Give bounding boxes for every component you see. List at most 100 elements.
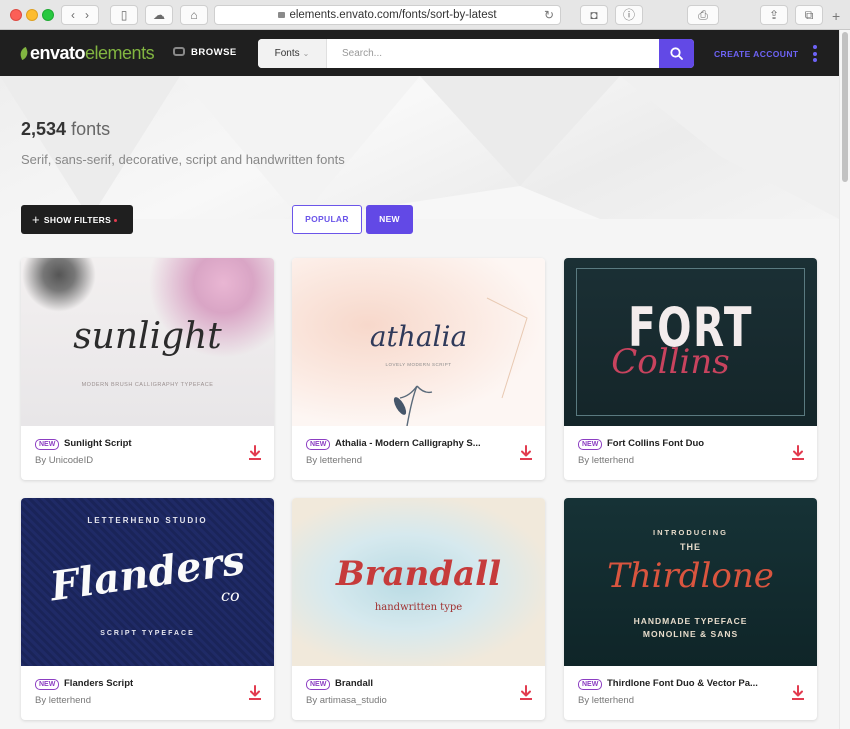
item-card[interactable]: Brandall handwritten type NEW Brandall B…	[292, 498, 545, 720]
sidebar-toggle-button[interactable]: ▯	[110, 5, 138, 25]
thumbnail-subtitle: Collins	[611, 342, 730, 382]
share-button[interactable]: ⇪	[760, 5, 788, 25]
reload-icon[interactable]: ↻	[544, 6, 554, 24]
sidebar-icon: ▯	[120, 8, 128, 22]
item-card[interactable]: FORT Collins NEW Fort Collins Font Duo B…	[564, 258, 817, 480]
item-card[interactable]: INTRODUCING THE Thirdlone HANDMADE TYPEF…	[564, 498, 817, 720]
tabs-icon: ⧉	[804, 8, 814, 22]
item-title[interactable]: Athalia - Modern Calligraphy S...	[335, 438, 481, 449]
sort-new-button[interactable]: NEW	[366, 205, 413, 234]
minimize-window-button[interactable]	[26, 9, 38, 21]
download-icon[interactable]	[248, 685, 262, 701]
item-card[interactable]: LETTERHEND STUDIO Flanders co SCRIPT TYP…	[21, 498, 274, 720]
download-icon[interactable]	[248, 445, 262, 461]
item-author[interactable]: By letterhend	[306, 455, 362, 466]
pocket-button[interactable]: ◘	[580, 5, 608, 25]
pocket-icon: ◘	[590, 8, 598, 22]
show-filters-button[interactable]: + SHOW FILTERS	[21, 205, 133, 234]
item-thumbnail[interactable]: sunlight MODERN BRUSH CALLIGRAPHY TYPEFA…	[21, 258, 274, 426]
item-thumbnail[interactable]: Brandall handwritten type	[292, 498, 545, 666]
back-icon[interactable]: ‹	[71, 8, 75, 22]
logo-text: envato	[30, 43, 86, 63]
show-filters-label: SHOW FILTERS	[43, 215, 112, 225]
home-icon: ⌂	[190, 8, 198, 22]
print-button[interactable]: ⎙	[687, 5, 719, 25]
browse-label: BROWSE	[191, 47, 237, 58]
browser-toolbar: ‹ › ▯ ☁ ⌂ elements.envato.com/fonts/sort…	[0, 0, 850, 30]
item-author[interactable]: By letterhend	[578, 455, 634, 466]
count-number: 2,534	[21, 119, 67, 139]
envato-elements-logo[interactable]: envatoelements	[18, 43, 155, 64]
new-badge: NEW	[306, 439, 331, 450]
thumbnail-top-text: LETTERHEND STUDIO	[87, 516, 208, 525]
new-badge: NEW	[306, 679, 331, 690]
item-title[interactable]: Flanders Script	[64, 678, 133, 689]
thumbnail-subtitle: LOVELY MODERN SCRIPT	[385, 362, 452, 367]
thumbnail-subtitle: co	[221, 586, 240, 605]
item-author[interactable]: By letterhend	[35, 695, 91, 706]
search-icon	[670, 47, 683, 60]
search-category-label: Fonts	[274, 48, 300, 59]
tabs-overview-button[interactable]: ⧉	[795, 5, 823, 25]
search-button[interactable]	[659, 39, 694, 68]
plus-icon: +	[32, 212, 40, 227]
search-input[interactable]	[328, 39, 658, 68]
item-author[interactable]: By letterhend	[578, 695, 634, 706]
address-bar[interactable]: elements.envato.com/fonts/sort-by-latest…	[214, 5, 561, 25]
item-thumbnail[interactable]: athalia LOVELY MODERN SCRIPT	[292, 258, 545, 426]
download-icon[interactable]	[519, 685, 533, 701]
item-author[interactable]: By artimasa_studio	[306, 695, 387, 706]
forward-icon[interactable]: ›	[85, 8, 89, 22]
item-title[interactable]: Brandall	[335, 678, 373, 689]
lock-icon	[278, 12, 286, 18]
download-icon[interactable]	[791, 685, 805, 701]
leaf-icon	[18, 46, 30, 61]
printer-icon: ⎙	[698, 8, 708, 22]
thumbnail-title: athalia	[369, 320, 468, 353]
hero-banner: 2,534 fonts Serif, sans-serif, decorativ…	[0, 76, 839, 219]
item-card[interactable]: athalia LOVELY MODERN SCRIPT NEW Athalia…	[292, 258, 545, 480]
new-badge: NEW	[578, 439, 603, 450]
sort-popular-button[interactable]: POPULAR	[292, 205, 362, 234]
privacy-button[interactable]: ⓘ	[615, 5, 643, 25]
item-card[interactable]: sunlight MODERN BRUSH CALLIGRAPHY TYPEFA…	[21, 258, 274, 480]
new-badge: NEW	[578, 679, 603, 690]
browse-menu[interactable]: BROWSE	[173, 47, 237, 58]
more-menu-icon[interactable]	[813, 45, 817, 62]
scrollbar-thumb[interactable]	[842, 32, 848, 182]
filter-indicator-dot	[114, 219, 118, 222]
item-thumbnail[interactable]: LETTERHEND STUDIO Flanders co SCRIPT TYP…	[21, 498, 274, 666]
thumbnail-title: sunlight	[73, 316, 222, 357]
info-circle-icon: ⓘ	[622, 8, 635, 22]
share-icon: ⇪	[768, 8, 780, 22]
download-icon[interactable]	[519, 445, 533, 461]
url-text: elements.envato.com/fonts/sort-by-latest	[289, 9, 497, 21]
back-forward-buttons[interactable]: ‹ ›	[61, 5, 99, 25]
item-title[interactable]: Fort Collins Font Duo	[607, 438, 704, 449]
icloud-tabs-button[interactable]: ☁	[145, 5, 173, 25]
binoculars-icon	[173, 47, 185, 56]
thumbnail-top-text: INTRODUCING	[653, 528, 728, 537]
results-count: 2,534 fonts	[21, 119, 110, 140]
item-author[interactable]: By UnicodeID	[35, 455, 93, 466]
close-window-button[interactable]	[10, 9, 22, 21]
home-button[interactable]: ⌂	[180, 5, 208, 25]
new-badge: NEW	[35, 439, 60, 450]
item-thumbnail[interactable]: INTRODUCING THE Thirdlone HANDMADE TYPEF…	[564, 498, 817, 666]
item-title[interactable]: Sunlight Script	[64, 438, 132, 449]
thumbnail-subtitle: MODERN BRUSH CALLIGRAPHY TYPEFACE	[81, 382, 214, 388]
thumbnail-title: Brandall	[335, 554, 502, 594]
logo-accent-text: elements	[85, 43, 155, 63]
search-category-select[interactable]: Fonts ⌄	[258, 39, 327, 68]
create-account-link[interactable]: CREATE ACCOUNT	[714, 49, 798, 59]
item-thumbnail[interactable]: FORT Collins	[564, 258, 817, 426]
page-scrollbar[interactable]	[839, 30, 850, 729]
zoom-window-button[interactable]	[42, 9, 54, 21]
site-header: envatoelements BROWSE Fonts⌄ CREATE ACCO…	[0, 30, 839, 76]
category-description: Serif, sans-serif, decorative, script an…	[21, 152, 345, 167]
item-title[interactable]: Thirdlone Font Duo & Vector Pa...	[607, 678, 758, 689]
download-icon[interactable]	[791, 445, 805, 461]
new-tab-icon[interactable]: +	[832, 8, 840, 24]
count-unit: fonts	[71, 119, 111, 139]
thumbnail-bottom-text: MONOLINE & SANS	[642, 629, 739, 639]
